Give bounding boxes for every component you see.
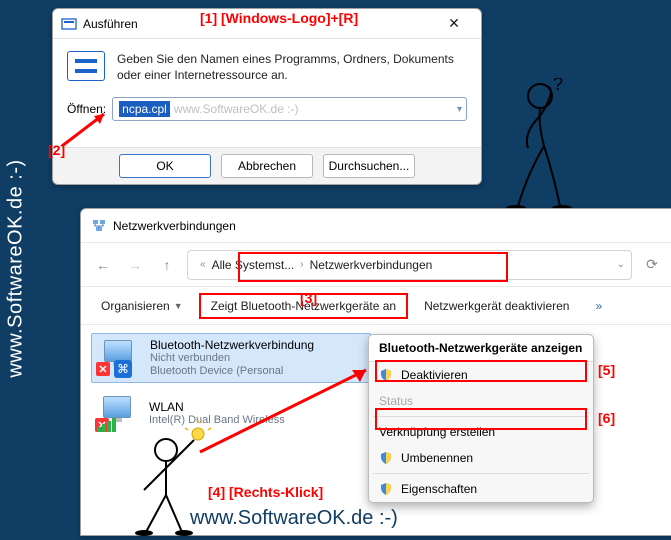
explorer-titlebar[interactable]: Netzwerkverbindungen — [81, 209, 671, 243]
disable-device-button[interactable]: Netzwerkgerät deaktivieren — [414, 293, 579, 319]
explorer-addressbar-row: ← → ↑ « Alle Systemst... › Netzwerkverbi… — [81, 243, 671, 287]
brand-side: www.SoftwareOK.de :-) — [5, 159, 28, 377]
organize-button[interactable]: Organisieren▼ — [91, 293, 193, 319]
bluetooth-nic-icon: ✕ ⌘ — [96, 340, 140, 376]
network-icon — [91, 218, 107, 234]
annotation-4: [4] [Rechts-Klick] — [208, 484, 323, 500]
svg-text:?: ? — [553, 78, 563, 94]
refresh-button[interactable]: ⟳ — [640, 253, 664, 277]
shield-icon — [379, 451, 393, 465]
item-name: WLAN — [149, 400, 285, 414]
run-description: Geben Sie den Namen eines Programms, Ord… — [117, 51, 467, 83]
open-combobox[interactable]: ncpa.cpl www.SoftwareOK.de :-) ▾ — [112, 97, 467, 121]
annotation-3: [3] — [300, 290, 317, 306]
chevron-down-icon[interactable]: ⌄ — [617, 259, 625, 270]
network-item-bluetooth[interactable]: ✕ ⌘ Bluetooth-Netzwerkverbindung Nicht v… — [91, 333, 371, 383]
brand-bottom: www.SoftwareOK.de :-) — [190, 507, 398, 530]
explorer-toolbar: Organisieren▼ Zeigt Bluetooth-Netzwerkge… — [81, 287, 671, 325]
cancel-button[interactable]: Abbrechen — [221, 154, 313, 178]
context-menu: Bluetooth-Netzwerkgeräte anzeigen Deakti… — [368, 334, 594, 503]
open-label: Öffnen: — [67, 102, 106, 116]
forward-button[interactable]: → — [123, 253, 147, 277]
stick-figure-idea-icon — [116, 420, 216, 540]
chevron-right-icon: › — [300, 259, 303, 270]
item-name: Bluetooth-Netzwerkverbindung — [150, 338, 314, 352]
ctx-disable[interactable]: Deaktivieren — [369, 362, 593, 388]
ctx-rename[interactable]: Umbenennen — [369, 445, 593, 471]
breadcrumb-1[interactable]: Alle Systemst... — [212, 258, 295, 272]
back-button[interactable]: ← — [91, 253, 115, 277]
run-logo-icon — [67, 51, 105, 81]
shield-icon — [379, 482, 393, 496]
run-dialog: Ausführen ✕ Geben Sie den Namen eines Pr… — [52, 8, 482, 185]
open-ghost: www.SoftwareOK.de :-) — [174, 102, 299, 116]
wifi-icon — [97, 418, 117, 432]
ctx-shortcut[interactable]: Verknüpfung erstellen — [369, 419, 593, 445]
stick-figure-thinking-icon: ? — [498, 78, 588, 218]
bluetooth-icon: ⌘ — [114, 360, 132, 378]
disconnected-icon: ✕ — [96, 362, 110, 376]
ok-button[interactable]: OK — [119, 154, 211, 178]
address-bar[interactable]: « Alle Systemst... › Netzwerkverbindunge… — [187, 250, 632, 280]
breadcrumb-2[interactable]: Netzwerkverbindungen — [310, 258, 433, 272]
ctx-props[interactable]: Eigenschaften — [369, 476, 593, 502]
more-button[interactable]: » — [585, 293, 612, 319]
chevron-icon: « — [200, 259, 206, 270]
context-menu-header[interactable]: Bluetooth-Netzwerkgeräte anzeigen — [369, 335, 593, 362]
ctx-status: Status — [369, 388, 593, 414]
item-status: Nicht verbunden — [150, 352, 314, 365]
annotation-5: [5] — [598, 362, 615, 378]
annotation-1: [1] [Windows-Logo]+[R] — [200, 10, 358, 26]
item-device: Bluetooth Device (Personal — [150, 365, 314, 378]
explorer-title: Netzwerkverbindungen — [113, 219, 236, 233]
run-icon — [61, 16, 77, 32]
annotation-6: [6] — [598, 410, 615, 426]
close-icon[interactable]: ✕ — [435, 9, 473, 38]
browse-button[interactable]: Durchsuchen... — [323, 154, 415, 178]
open-value: ncpa.cpl — [119, 101, 170, 117]
chevron-down-icon[interactable]: ▾ — [457, 104, 462, 115]
up-button[interactable]: ↑ — [155, 253, 179, 277]
shield-icon — [379, 368, 393, 382]
annotation-2: [2] — [48, 142, 65, 158]
